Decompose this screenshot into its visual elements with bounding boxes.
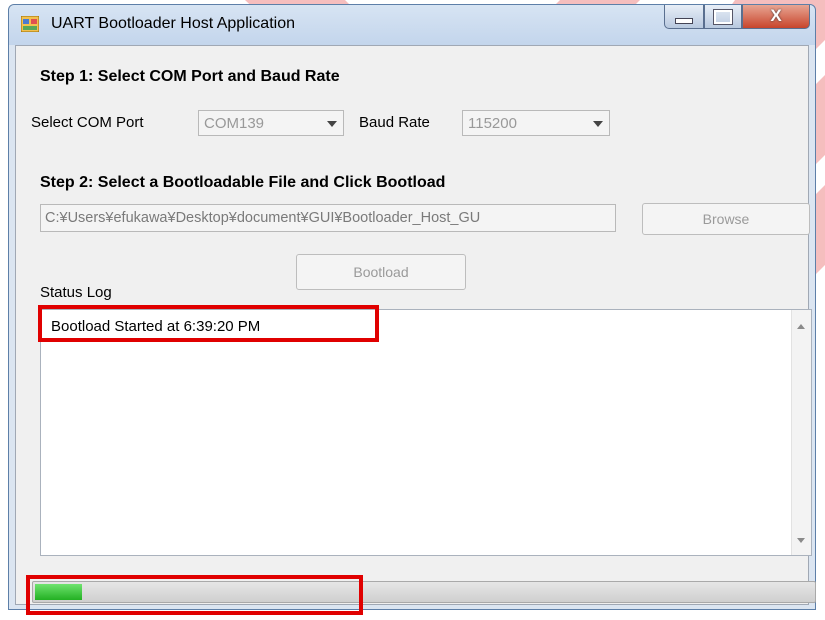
step2-heading: Step 2: Select a Bootloadable File and C… <box>40 174 446 191</box>
chevron-down-icon <box>327 121 337 127</box>
scroll-down-icon[interactable] <box>797 538 805 543</box>
maximize-icon <box>713 9 733 25</box>
minimize-icon <box>675 18 693 24</box>
title-bar: UART Bootloader Host Application X <box>9 5 815 45</box>
scroll-up-icon[interactable] <box>797 324 805 329</box>
status-log-label: Status Log <box>40 284 112 301</box>
app-window-icon <box>21 16 39 32</box>
close-icon: X <box>770 6 782 25</box>
com-port-label: Select COM Port <box>31 114 144 131</box>
minimize-button[interactable] <box>664 5 704 29</box>
bootload-button[interactable]: Bootload <box>296 254 466 290</box>
maximize-button[interactable] <box>704 5 742 29</box>
com-port-select[interactable]: COM139 <box>198 110 344 136</box>
window-title: UART Bootloader Host Application <box>51 15 295 32</box>
close-button[interactable]: X <box>742 5 810 29</box>
baud-rate-label: Baud Rate <box>359 114 430 131</box>
baud-rate-value: 115200 <box>468 115 517 132</box>
browse-button[interactable]: Browse <box>642 203 810 235</box>
status-log[interactable]: Bootload Started at 6:39:20 PM <box>40 309 812 556</box>
chevron-down-icon <box>593 121 603 127</box>
highlight-box-progress <box>26 575 363 615</box>
log-scrollbar[interactable] <box>791 310 811 555</box>
step1-heading: Step 1: Select COM Port and Baud Rate <box>40 68 340 85</box>
highlight-box-status <box>38 305 379 342</box>
com-port-value: COM139 <box>204 115 265 132</box>
baud-rate-select[interactable]: 115200 <box>462 110 610 136</box>
file-path-field[interactable]: C:¥Users¥efukawa¥Desktop¥document¥GUI¥Bo… <box>40 204 616 232</box>
